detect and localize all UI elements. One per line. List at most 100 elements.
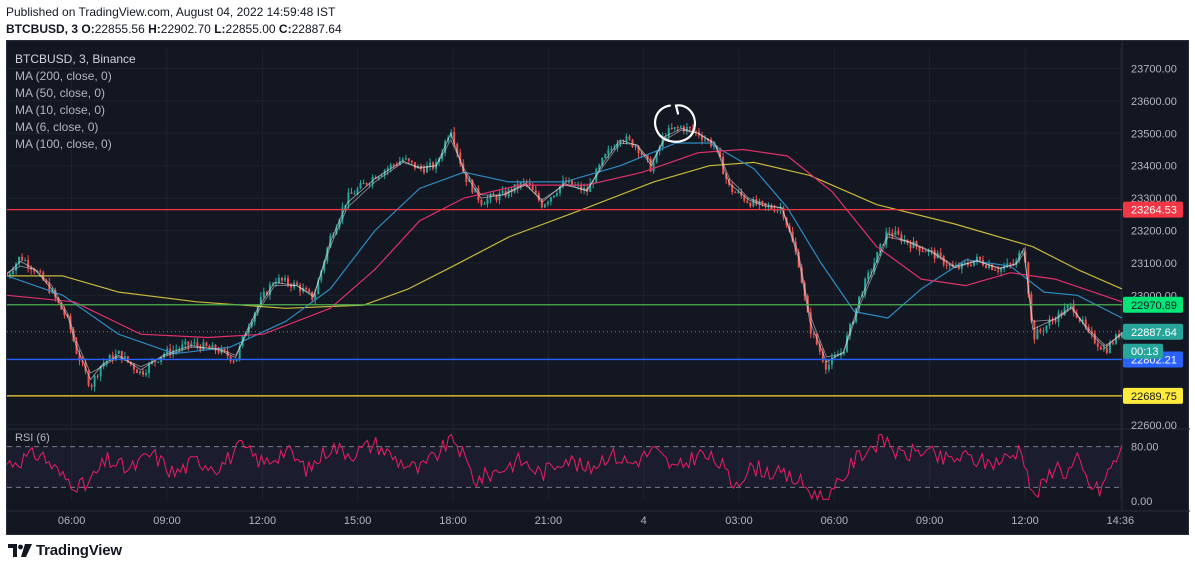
candle-body (676, 127, 679, 129)
footer: TradingView (0, 537, 1195, 568)
candle-body (939, 252, 942, 256)
rsi-tick-label: 0.00 (1131, 496, 1152, 508)
close-value: 22887.64 (291, 22, 342, 36)
legend-ma200[interactable]: MA (200, close, 0) (15, 68, 136, 85)
chart-pane[interactable]: 23700.00 23600.00 23500.00 23400.00 23300.00… (6, 40, 1190, 536)
x-tick-label: 4 (641, 515, 647, 527)
y-tick-label: 23200.00 (1131, 226, 1177, 238)
candle-body (978, 256, 981, 261)
candle-body (495, 196, 498, 201)
candle-body (211, 344, 214, 349)
y-tick-label: 23700.00 (1131, 63, 1177, 75)
candle-body (347, 192, 350, 205)
candle-body (117, 350, 120, 354)
price-chart[interactable]: 23700.0023600.0023500.0023400.0023300.00… (7, 41, 1190, 536)
legend-ma50[interactable]: MA (50, close, 0) (15, 85, 136, 102)
candle-body (93, 375, 96, 387)
x-tick-label: 18:00 (439, 515, 467, 527)
candle-body (969, 264, 972, 266)
candle-body (827, 364, 830, 370)
candle-body (704, 139, 707, 141)
candle-body (924, 251, 927, 253)
open-label: O: (81, 22, 95, 36)
rsi-legend[interactable]: RSI (6) (15, 432, 50, 444)
candle-body (308, 289, 311, 292)
x-tick-label: 09:00 (916, 515, 944, 527)
candle-body (867, 272, 870, 279)
candle-body (359, 183, 362, 189)
y-tick-label: 23400.00 (1131, 161, 1177, 173)
candle-body (534, 190, 537, 194)
ohlc-readout: BTCBUSD, 3 O:22855.56 H:22902.70 L:22855… (6, 22, 342, 36)
candle-body (232, 361, 235, 363)
candle-body (945, 264, 948, 266)
legend-symbol: BTCBUSD, 3, Binance (15, 52, 136, 66)
candle-body (1102, 348, 1105, 350)
candle-body (628, 136, 631, 140)
candle-body (429, 162, 432, 166)
x-tick-label: 12:00 (249, 515, 277, 527)
candle-body (135, 369, 138, 374)
y-tick-label: 23500.00 (1131, 128, 1177, 140)
candle-body (634, 146, 637, 148)
candle-body (422, 168, 425, 173)
candle-body (1066, 305, 1069, 309)
annotation-circle (653, 104, 696, 143)
high-value: 22902.70 (160, 22, 211, 36)
candle-body (610, 148, 613, 150)
candle-body (909, 243, 912, 249)
candle-body (144, 373, 147, 375)
candle-body (734, 192, 737, 194)
candle-body (546, 201, 549, 205)
candle-body (513, 184, 516, 193)
x-tick-label: 21:00 (535, 515, 563, 527)
candle-body (749, 202, 752, 207)
candle-body (280, 277, 283, 281)
candle-body (921, 251, 924, 253)
candle-body (486, 198, 489, 205)
candle-body (217, 350, 220, 353)
ohlc-symbol: BTCBUSD, 3 (6, 22, 79, 36)
candle-body (262, 291, 265, 297)
x-tick-label: 09:00 (153, 515, 181, 527)
legend-ma100[interactable]: MA (100, close, 0) (15, 136, 136, 153)
price-tag-label: 22970.89 (1131, 300, 1177, 312)
low-value: 22855.00 (225, 22, 276, 36)
candle-body (190, 343, 193, 346)
tradingview-logo[interactable]: TradingView (8, 542, 122, 559)
candle-body (531, 185, 534, 191)
price-tag-label: 22689.75 (1131, 391, 1177, 403)
legend-ma10[interactable]: MA (10, close, 0) (15, 102, 136, 119)
candle-body (277, 277, 280, 283)
chart-header: Published on TradingView.com, August 04,… (0, 0, 1195, 40)
candle-body (543, 204, 546, 208)
tradingview-logo-icon (8, 543, 32, 557)
candle-body (897, 231, 900, 235)
close-label: C: (278, 22, 292, 36)
x-tick-label: 12:00 (1011, 515, 1039, 527)
candle-body (1033, 320, 1036, 340)
candle-body (652, 162, 655, 172)
candle-body (410, 160, 413, 163)
x-tick-label: 06:00 (58, 515, 86, 527)
countdown-tag-label: 00:13 (1131, 346, 1159, 358)
x-tick-label: 15:00 (344, 515, 372, 527)
candle-body (549, 197, 552, 202)
candle-body (39, 271, 42, 273)
candle-body (673, 127, 676, 129)
candle-body (607, 149, 610, 155)
candle-body (994, 269, 997, 271)
candle-body (138, 371, 141, 374)
candle-body (552, 195, 555, 198)
candle-body (604, 154, 607, 158)
y-tick-label: 23600.00 (1131, 96, 1177, 108)
published-info: Published on TradingView.com, August 04,… (6, 5, 336, 19)
candle-body (353, 193, 356, 195)
candle-body (985, 265, 988, 268)
candle-body (287, 277, 290, 285)
candle-body (1000, 268, 1003, 272)
candle-body (688, 126, 691, 129)
candle-body (1009, 263, 1012, 265)
candle-body (96, 375, 99, 377)
legend-ma6[interactable]: MA (6, close, 0) (15, 119, 136, 136)
